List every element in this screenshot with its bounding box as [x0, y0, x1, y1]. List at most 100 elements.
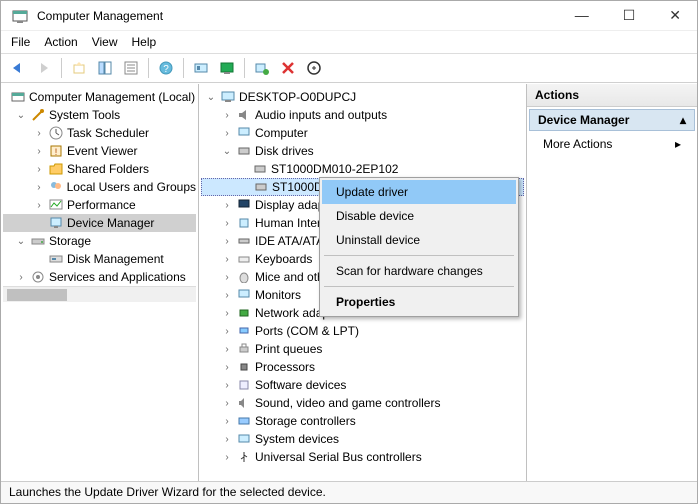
disk-item-0[interactable]: ST1000DM010-2EP102 — [201, 160, 524, 178]
tree-label: Audio inputs and outputs — [255, 108, 387, 122]
tree-event-viewer[interactable]: ›! Event Viewer — [3, 142, 196, 160]
expand-icon[interactable]: › — [221, 344, 233, 355]
keyboard-icon — [236, 251, 252, 267]
cat-storage-ctrl[interactable]: › Storage controllers — [201, 412, 524, 430]
collapse-icon[interactable]: ⌄ — [15, 110, 27, 121]
expand-icon[interactable]: › — [221, 434, 233, 445]
tree-storage[interactable]: ⌄Storage — [3, 232, 196, 250]
expand-icon[interactable]: › — [221, 128, 233, 139]
cat-processors[interactable]: ›Processors — [201, 358, 524, 376]
cat-computer[interactable]: ›Computer — [201, 124, 524, 142]
tree-label: Task Scheduler — [67, 126, 149, 140]
toolbar-icon-2[interactable] — [216, 57, 238, 79]
ctx-disable-device[interactable]: Disable device — [322, 204, 516, 228]
folder-icon — [48, 161, 64, 177]
cat-system[interactable]: › System devices — [201, 430, 524, 448]
tree-task-scheduler[interactable]: › Task Scheduler — [3, 124, 196, 142]
main-area: Computer Management (Local) ⌄ System Too… — [1, 83, 697, 481]
collapse-icon[interactable]: ⌄ — [15, 236, 27, 247]
expand-icon[interactable]: › — [33, 182, 45, 193]
forward-button[interactable] — [33, 57, 55, 79]
expand-icon[interactable]: › — [15, 272, 27, 283]
toolbar-icon-1[interactable] — [190, 57, 212, 79]
tree-disk-mgmt[interactable]: Disk Management — [3, 250, 196, 268]
left-pane: Computer Management (Local) ⌄ System Too… — [1, 84, 199, 481]
menu-help[interactable]: Help — [132, 35, 157, 49]
tree-label: Event Viewer — [67, 144, 137, 158]
expand-icon[interactable]: › — [221, 218, 233, 229]
expand-icon[interactable]: › — [221, 398, 233, 409]
expand-icon[interactable]: › — [221, 452, 233, 463]
enable-button[interactable] — [303, 57, 325, 79]
chevron-right-icon: ▸ — [675, 137, 681, 151]
expand-icon[interactable]: › — [221, 272, 233, 283]
device-mgr-icon — [48, 215, 64, 231]
cat-disk-drives[interactable]: ⌄Disk drives — [201, 142, 524, 160]
expand-icon[interactable]: › — [221, 110, 233, 121]
expand-icon[interactable]: › — [221, 362, 233, 373]
collapse-icon[interactable]: ⌄ — [205, 92, 217, 103]
back-button[interactable] — [7, 57, 29, 79]
tree-label: Software devices — [255, 378, 346, 392]
svg-text:!: ! — [55, 147, 58, 157]
ctx-label: Uninstall device — [336, 233, 420, 247]
tree-label: Services and Applications — [49, 270, 186, 284]
cat-audio[interactable]: › Audio inputs and outputs — [201, 106, 524, 124]
cat-software[interactable]: › Software devices — [201, 376, 524, 394]
tree-shared-folders[interactable]: › Shared Folders — [3, 160, 196, 178]
expand-icon[interactable]: › — [221, 380, 233, 391]
show-hide-tree-button[interactable] — [94, 57, 116, 79]
remove-button[interactable] — [277, 57, 299, 79]
tree-device-manager[interactable]: Device Manager — [3, 214, 196, 232]
tree-root-compmgmt[interactable]: Computer Management (Local) — [3, 88, 196, 106]
expand-icon[interactable]: › — [33, 146, 45, 157]
tree-label: Shared Folders — [67, 162, 149, 176]
up-button[interactable] — [68, 57, 90, 79]
scan-hardware-button[interactable] — [251, 57, 273, 79]
ctx-update-driver[interactable]: Update driver — [322, 180, 516, 204]
tree-services[interactable]: › Services and Applications — [3, 268, 196, 286]
cat-ports[interactable]: ›Ports (COM & LPT) — [201, 322, 524, 340]
properties-button[interactable] — [120, 57, 142, 79]
tree-system-tools[interactable]: ⌄ System Tools — [3, 106, 196, 124]
more-actions[interactable]: More Actions ▸ — [527, 133, 697, 155]
expand-icon[interactable]: › — [221, 254, 233, 265]
expand-icon[interactable]: › — [221, 236, 233, 247]
ctx-uninstall-device[interactable]: Uninstall device — [322, 228, 516, 252]
expand-icon[interactable]: › — [221, 326, 233, 337]
expand-icon[interactable]: › — [33, 128, 45, 139]
collapse-arrow-icon: ▴ — [680, 113, 686, 127]
computer-mgmt-icon — [10, 89, 26, 105]
ctx-properties[interactable]: Properties — [322, 290, 516, 314]
help-button[interactable]: ? — [155, 57, 177, 79]
close-button[interactable]: ✕ — [661, 5, 689, 26]
app-icon — [12, 8, 28, 24]
cat-print[interactable]: ›Print queues — [201, 340, 524, 358]
expand-icon[interactable]: › — [33, 200, 45, 211]
ide-icon — [236, 233, 252, 249]
menu-view[interactable]: View — [92, 35, 118, 49]
tree-label: System devices — [255, 432, 339, 446]
tree-label: Storage controllers — [255, 414, 356, 428]
minimize-button[interactable]: — — [567, 5, 597, 26]
expand-icon[interactable]: › — [33, 164, 45, 175]
expand-icon[interactable]: › — [221, 416, 233, 427]
collapse-icon[interactable]: ⌄ — [221, 146, 233, 157]
expand-icon[interactable]: › — [221, 308, 233, 319]
menu-file[interactable]: File — [11, 35, 30, 49]
dev-root[interactable]: ⌄DESKTOP-O0DUPCJ — [201, 88, 524, 106]
left-scrollbar[interactable] — [3, 286, 196, 302]
display-icon — [236, 197, 252, 213]
cat-usb[interactable]: ›Universal Serial Bus controllers — [201, 448, 524, 466]
tree-local-users[interactable]: ›Local Users and Groups — [3, 178, 196, 196]
actions-group[interactable]: Device Manager ▴ — [529, 109, 695, 131]
cat-sound[interactable]: ›Sound, video and game controllers — [201, 394, 524, 412]
maximize-button[interactable]: ☐ — [615, 5, 644, 26]
ctx-scan-hardware[interactable]: Scan for hardware changes — [322, 259, 516, 283]
expand-icon[interactable]: › — [221, 200, 233, 211]
status-text: Launches the Update Driver Wizard for th… — [9, 485, 326, 499]
software-icon — [236, 377, 252, 393]
expand-icon[interactable]: › — [221, 290, 233, 301]
menu-action[interactable]: Action — [44, 35, 77, 49]
tree-performance[interactable]: ›Performance — [3, 196, 196, 214]
